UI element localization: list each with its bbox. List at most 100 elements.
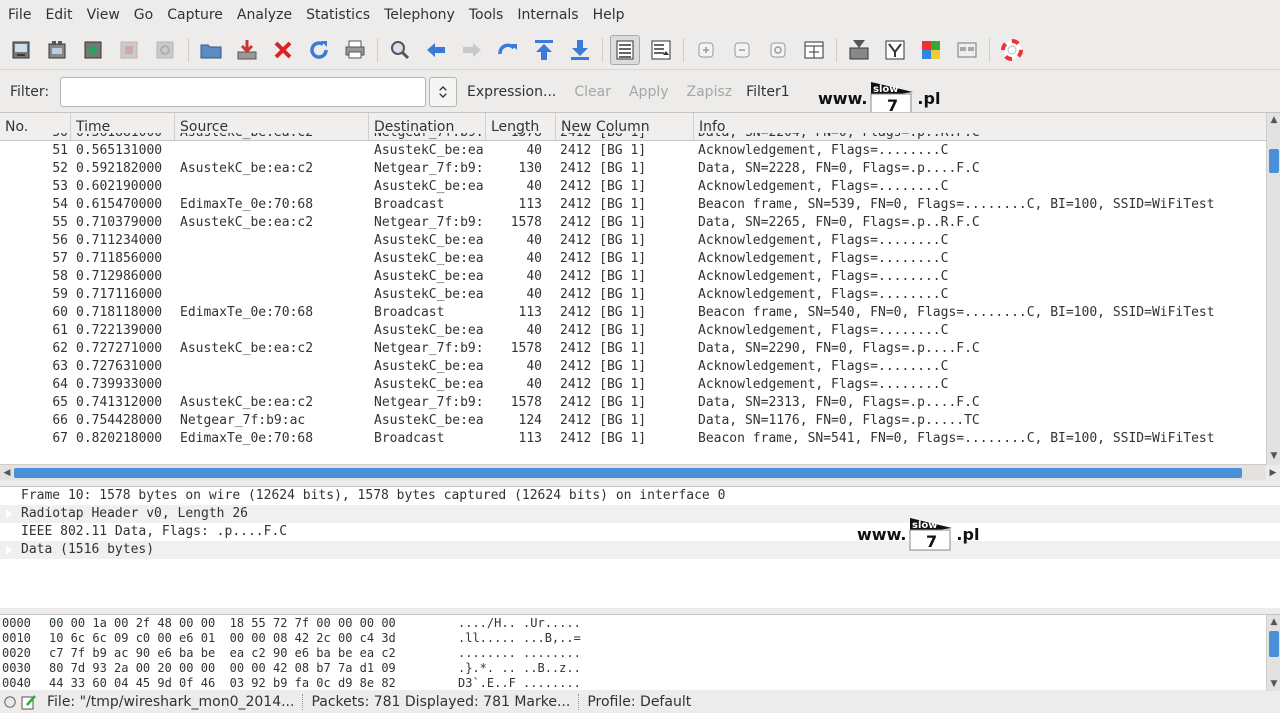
find-packet-icon[interactable]: [385, 35, 415, 65]
close-file-icon[interactable]: [268, 35, 298, 65]
packet-row[interactable]: 56 0.711234000 AsustekC_be:ea 40 2412 [BG 1]…: [0, 232, 1266, 250]
scroll-left-icon[interactable]: ◀: [0, 465, 14, 481]
help-icon[interactable]: [997, 35, 1027, 65]
expand-arrow-icon[interactable]: [5, 544, 12, 556]
scroll-thumb[interactable]: [1269, 149, 1279, 173]
filter-bar: Filter: Expression... Clear Apply Zapisz…: [0, 72, 1280, 112]
scroll-up-icon[interactable]: ▲: [1267, 615, 1280, 629]
packet-row[interactable]: 66 0.754428000 Netgear_7f:b9:ac AsustekC_be…: [0, 412, 1266, 430]
coloring-rules-icon[interactable]: [916, 35, 946, 65]
packet-row[interactable]: 58 0.712986000 AsustekC_be:ea 40 2412 [BG 1]…: [0, 268, 1266, 286]
status-profile[interactable]: Profile: Default: [587, 694, 691, 710]
cell-no: 59: [52, 287, 68, 302]
packet-row[interactable]: 67 0.820218000 EdimaxTe_0e:70:68 Broadcast 1…: [0, 430, 1266, 448]
detail-row-frame[interactable]: Frame 10: 1578 bytes on wire (12624 bits…: [0, 487, 1280, 505]
interfaces-list-icon[interactable]: [7, 35, 37, 65]
menu-help[interactable]: Help: [586, 0, 632, 30]
expand-arrow-icon[interactable]: [5, 490, 12, 502]
print-icon[interactable]: [340, 35, 370, 65]
cell-no: 57: [52, 251, 68, 266]
filter-history-dropdown[interactable]: [429, 77, 457, 107]
scroll-down-icon[interactable]: ▼: [1267, 449, 1280, 463]
packet-row[interactable]: 53 0.602190000 AsustekC_be:ea 40 2412 [BG 1]…: [0, 178, 1266, 196]
expand-arrow-icon[interactable]: [5, 508, 12, 520]
expression-button[interactable]: Expression...: [467, 84, 556, 100]
packet-row[interactable]: 54 0.615470000 EdimaxTe_0e:70:68 Broadcast 1…: [0, 196, 1266, 214]
hex-row[interactable]: 0010 10 6c 6c 09 c0 00 e6 01 00 00 08 42 …: [0, 631, 1280, 646]
go-forward-icon[interactable]: [457, 35, 487, 65]
save-file-icon[interactable]: [232, 35, 262, 65]
packet-row[interactable]: 52 0.592182000 AsustekC_be:ea:c2 Netgear_7f…: [0, 160, 1266, 178]
cell-time: 0.722139000: [76, 323, 163, 338]
hex-vscrollbar[interactable]: ▲ ▼: [1266, 615, 1280, 691]
packet-row[interactable]: 51 0.565131000 AsustekC_be:ea 40 2412 [BG 1]…: [0, 142, 1266, 160]
packet-row[interactable]: 55 0.710379000 AsustekC_be:ea:c2 Netgear_7f…: [0, 214, 1266, 232]
capture-options-icon[interactable]: [43, 35, 73, 65]
auto-scroll-icon[interactable]: [646, 35, 676, 65]
hex-row[interactable]: 0030 80 7d 93 2a 00 20 00 00 00 00 42 08 …: [0, 661, 1280, 676]
packet-list-vscrollbar[interactable]: ▲ ▼: [1266, 113, 1280, 465]
colorize-packet-list-icon[interactable]: [610, 34, 640, 65]
restart-capture-icon[interactable]: [151, 35, 181, 65]
go-to-packet-icon[interactable]: [493, 35, 523, 65]
menu-view[interactable]: View: [80, 0, 127, 30]
go-back-icon[interactable]: [421, 35, 451, 65]
open-file-icon[interactable]: [196, 35, 226, 65]
detail-row-radiotap[interactable]: Radiotap Header v0, Length 26: [0, 505, 1280, 523]
go-first-packet-icon[interactable]: [529, 35, 559, 65]
apply-button[interactable]: Apply: [629, 84, 669, 100]
menu-telephony[interactable]: Telephony: [377, 0, 462, 30]
hex-row[interactable]: 0000 00 00 1a 00 2f 48 00 00 18 55 72 7f …: [0, 616, 1280, 631]
zoom-out-icon[interactable]: [727, 35, 757, 65]
scroll-up-icon[interactable]: ▲: [1267, 113, 1280, 127]
packet-row[interactable]: 64 0.739933000 AsustekC_be:ea 40 2412 [BG 1]…: [0, 376, 1266, 394]
menu-tools[interactable]: Tools: [462, 0, 511, 30]
menu-capture[interactable]: Capture: [160, 0, 230, 30]
expert-info-icon[interactable]: [3, 695, 17, 709]
cell-dst: AsustekC_be:ea: [374, 287, 484, 302]
packet-list-hscrollbar[interactable]: ◀ ▶: [0, 464, 1276, 481]
packet-row[interactable]: 65 0.741312000 AsustekC_be:ea:c2 Netgear_7f…: [0, 394, 1266, 412]
menu-analyze[interactable]: Analyze: [230, 0, 299, 30]
menu-edit[interactable]: Edit: [38, 0, 79, 30]
menu-statistics[interactable]: Statistics: [299, 0, 377, 30]
packet-row[interactable]: 62 0.727271000 AsustekC_be:ea:c2 Netgear_7f…: [0, 340, 1266, 358]
capture-filters-icon[interactable]: [844, 35, 874, 65]
hscroll-thumb[interactable]: [14, 468, 1242, 478]
toolbar-separator: [377, 37, 378, 62]
cell-time: 0.754428000: [76, 413, 163, 428]
stop-capture-icon[interactable]: [115, 35, 145, 65]
go-last-packet-icon[interactable]: [565, 35, 595, 65]
display-filters-icon[interactable]: [880, 35, 910, 65]
scroll-down-icon[interactable]: ▼: [1267, 677, 1280, 691]
cell-len: 40: [526, 179, 542, 194]
packet-row[interactable]: 57 0.711856000 AsustekC_be:ea 40 2412 [BG 1]…: [0, 250, 1266, 268]
save-filter-button[interactable]: Zapisz: [687, 84, 733, 100]
menu-go[interactable]: Go: [127, 0, 160, 30]
normal-size-icon[interactable]: [763, 35, 793, 65]
filter-input[interactable]: [60, 77, 426, 107]
hex-row[interactable]: 0020 c7 7f b9 ac 90 e6 ba be ea c2 90 e6 …: [0, 646, 1280, 661]
preferences-icon[interactable]: [952, 35, 982, 65]
resize-columns-icon[interactable]: [799, 35, 829, 65]
start-capture-icon[interactable]: [79, 35, 109, 65]
cell-time: 0.820218000: [76, 431, 163, 446]
hex-row[interactable]: 0040 44 33 60 04 45 9d 0f 46 03 92 b9 fa …: [0, 676, 1280, 691]
reload-icon[interactable]: [304, 35, 334, 65]
detail-row-ieee80211[interactable]: IEEE 802.11 Data, Flags: .p....F.C: [0, 523, 1280, 541]
menu-file[interactable]: File: [1, 0, 38, 30]
capture-comment-icon[interactable]: [21, 694, 37, 710]
menu-internals[interactable]: Internals: [510, 0, 585, 30]
packet-row[interactable]: 59 0.717116000 AsustekC_be:ea 40 2412 [BG 1]…: [0, 286, 1266, 304]
packet-row[interactable]: 61 0.722139000 AsustekC_be:ea 40 2412 [BG 1]…: [0, 322, 1266, 340]
clear-button[interactable]: Clear: [574, 84, 611, 100]
detail-row-data[interactable]: Data (1516 bytes): [0, 541, 1280, 559]
zoom-in-icon[interactable]: [691, 35, 721, 65]
filter1-button[interactable]: Filter1: [746, 84, 790, 100]
expand-arrow-icon[interactable]: [5, 526, 12, 538]
packet-row[interactable]: 63 0.727631000 AsustekC_be:ea 40 2412 [BG 1]…: [0, 358, 1266, 376]
packet-row[interactable]: 60 0.718118000 EdimaxTe_0e:70:68 Broadcast 1…: [0, 304, 1266, 322]
scroll-right-icon[interactable]: ▶: [1266, 465, 1280, 481]
scroll-thumb[interactable]: [1269, 631, 1279, 657]
packet-row[interactable]: 50 0.561881000 AsustekC_be:ea:c2 Netgear_7f…: [0, 133, 1266, 142]
